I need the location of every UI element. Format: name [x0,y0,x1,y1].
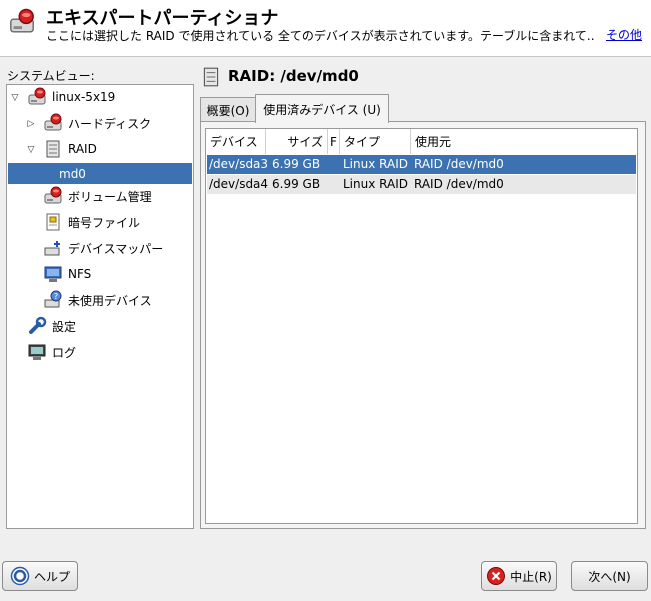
system-view-label: システムビュー: [7,69,95,83]
tree-item-label: ログ [52,345,77,360]
column-header-f[interactable]: F [328,129,340,154]
tree-item-label: RAID [68,142,97,156]
used-devices-table[interactable]: デバイス サイズ F タイプ 使用元 /dev/sda3 6.99 GB Lin… [205,128,638,524]
settings-icon [29,316,47,334]
stop-icon [487,567,506,585]
column-header-size[interactable]: サイズ [266,129,328,154]
svg-text:?: ? [54,292,58,301]
column-header-label: サイズ [287,135,323,149]
next-button[interactable]: 次へ(N) [571,561,648,591]
tree-item-label: 暗号ファイル [68,215,141,230]
column-header-label: タイプ [344,135,381,149]
tree-item-volume-management[interactable]: ボリューム管理 [43,184,152,208]
collapse-icon[interactable]: ▽ [26,145,36,155]
cell-device: /dev/sda3 [209,157,269,171]
tab-label: 使用済みデバイス (U) [263,102,381,117]
cell-type: Linux RAID [343,157,408,171]
tree-item-linux-5x19[interactable]: linux-5x19 [27,85,115,109]
expand-icon[interactable]: ▷ [26,119,36,129]
device-mapper-icon [44,241,60,256]
hard-disk-icon [43,113,63,133]
tab-label: 概要(O) [206,103,250,118]
tree-item-log[interactable]: ログ [27,340,76,364]
cell-type: Linux RAID [343,177,408,191]
tree-item-label: linux-5x19 [52,90,116,104]
column-header-device[interactable]: デバイス [206,129,266,154]
header: エキスパートパーティショナ ここには選択した RAID で使用されている 全ての… [0,0,651,57]
cell-used-by: RAID /dev/md0 [414,177,504,191]
nfs-icon [44,266,62,282]
collapse-icon[interactable]: ▽ [10,93,20,103]
log-icon [28,344,46,360]
tree-item-label: 未使用デバイス [68,293,152,308]
cell-size: 6.99 GB [272,157,321,171]
raid-icon [200,66,222,88]
tree-item-label: ボリューム管理 [68,189,152,204]
help-button-label: ヘルプ [33,569,70,584]
column-header-used-by[interactable]: 使用元 [411,129,637,154]
abort-button-label: 中止(R) [510,569,552,584]
header-description: ここには選択した RAID で使用されている 全てのデバイスが表示されています。… [46,29,594,43]
table-row[interactable]: /dev/sda4 6.99 GB Linux RAID RAID /dev/m… [207,175,636,194]
tab-overview[interactable]: 概要(O) [200,97,256,122]
tab-used-devices[interactable]: 使用済みデバイス (U) [255,94,389,123]
tree-item-md0[interactable]: md0 [59,162,86,186]
tree-item-crypt-files[interactable]: 暗号ファイル [43,210,140,234]
crypt-file-icon [46,213,60,231]
help-button[interactable]: ヘルプ [2,561,78,591]
table-row[interactable]: /dev/sda3 6.99 GB Linux RAID RAID /dev/m… [207,155,636,174]
panel-title: RAID: /dev/md0 [228,67,359,85]
column-header-type[interactable]: タイプ [340,129,411,154]
column-header-label: デバイス [210,135,258,149]
raid-icon [43,139,63,159]
more-link[interactable]: その他 [606,26,642,43]
tree-item-label: デバイスマッパー [68,241,164,256]
volume-management-icon [43,186,63,206]
tree-item-raid[interactable]: RAID [43,137,97,161]
tree-item-label: NFS [68,267,92,281]
cell-size: 6.99 GB [272,177,321,191]
tree-item-unused-devices[interactable]: ? 未使用デバイス [43,288,152,312]
cell-used-by: RAID /dev/md0 [414,157,504,171]
tree-item-nfs[interactable]: NFS [43,262,91,286]
cell-device: /dev/sda4 [209,177,269,191]
tree-item-label: ハードディスク [68,116,152,131]
help-icon [10,566,30,586]
computer-disk-icon [27,87,47,107]
abort-button[interactable]: 中止(R) [481,561,557,591]
tree-item-settings[interactable]: 設定 [27,314,76,338]
tree-item-label: 設定 [52,319,77,334]
tree-item-hard-disks[interactable]: ハードディスク [43,111,151,135]
selection-highlight [8,163,192,184]
next-button-label: 次へ(N) [588,569,631,584]
tree-item-label: md0 [59,167,86,181]
column-header-label: 使用元 [415,135,452,149]
tree-item-device-mapper[interactable]: デバイスマッパー [43,236,163,260]
system-view-tree[interactable]: ▽ linux-5x19 ▷ ハードディスク ▽ RAID md0 ボリューム管… [6,84,194,529]
partitioner-icon [8,8,36,36]
unused-devices-icon: ? [44,290,62,308]
column-header-label: F [330,134,337,149]
